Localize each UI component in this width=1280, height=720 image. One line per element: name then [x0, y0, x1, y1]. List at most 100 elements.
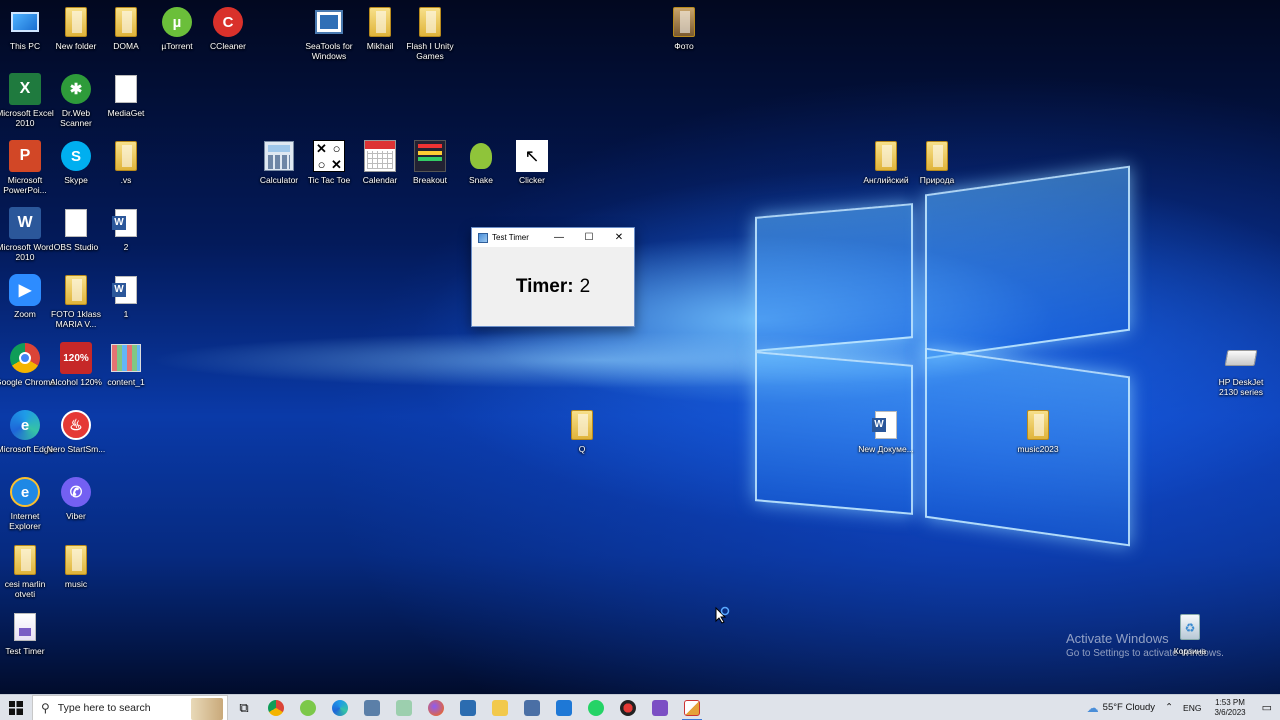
desktop-icon-q-folder[interactable]: Q — [555, 409, 609, 454]
notification-icon: ▭ — [1261, 702, 1272, 714]
weather-text: 55°F Cloudy — [1102, 702, 1156, 713]
desktop-icon-angliyskiy[interactable]: Английский — [859, 140, 913, 185]
taskbar-visual-studio[interactable] — [644, 695, 676, 720]
edge-icon — [332, 699, 348, 716]
maximize-button[interactable]: ☐ — [574, 228, 604, 247]
taskbar-task-view[interactable]: ⧉ — [228, 695, 260, 720]
notepad-icon — [396, 699, 412, 716]
taskbar-whatsapp[interactable] — [580, 695, 612, 720]
taskbar-search-box[interactable]: ⚲ Type here to search — [32, 694, 228, 720]
folder-icon — [60, 544, 92, 576]
taskbar-chrome[interactable] — [260, 695, 292, 720]
desktop-icon-doc-2[interactable]: 2 — [99, 207, 153, 252]
desktop: This PC New folder DOMA µ µTorrent C CCl… — [0, 0, 1280, 694]
desktop-icon-obs-studio[interactable]: OBS Studio — [49, 207, 103, 252]
language-indicator[interactable]: ENG — [1178, 703, 1206, 713]
window-client-area: Timer: 2 — [472, 247, 634, 326]
desktop-icon-test-timer[interactable]: Test Timer — [0, 611, 52, 656]
windows-logo-pane — [755, 203, 913, 352]
taskbar-calculator[interactable] — [356, 695, 388, 720]
taskbar-notepad[interactable] — [388, 695, 420, 720]
desktop-icon-foto[interactable]: Фото — [657, 6, 711, 51]
system-tray: ☁ 55°F Cloudy ⌃ ENG 1:53 PM 3/6/2023 ▭ — [1082, 695, 1280, 720]
taskbar-store[interactable] — [452, 695, 484, 720]
desktop-icon-skype[interactable]: S Skype — [49, 140, 103, 185]
desktop-icon-word[interactable]: W Microsoft Word 2010 — [0, 207, 54, 262]
folder-icon — [364, 6, 396, 38]
taskbar-test-timer[interactable] — [676, 695, 708, 720]
desktop-icon-edge[interactable]: e Microsoft Edge — [0, 409, 53, 454]
powerpoint-icon: P — [9, 140, 41, 172]
desktop-icon-vs-folder[interactable]: .vs — [99, 140, 153, 185]
desktop-icon-tic-tac-toe[interactable]: ✕ ○ ○ ✕ Tic Tac Toe — [302, 140, 356, 185]
taskbar-file-explorer[interactable] — [484, 695, 516, 720]
desktop-icon-this-pc[interactable]: This PC — [0, 6, 52, 51]
desktop-icon-powerpoint[interactable]: P Microsoft PowerPoi... — [0, 140, 52, 195]
desktop-icon-utorrent[interactable]: µ µTorrent — [150, 6, 204, 51]
taskbar-mail[interactable] — [548, 695, 580, 720]
desktop-icon-content-1[interactable]: content_1 — [99, 342, 153, 387]
desktop-icon-doc-1[interactable]: 1 — [99, 274, 153, 319]
watermark-subtitle: Go to Settings to activate Windows. — [1066, 648, 1224, 659]
document-icon — [60, 207, 92, 239]
file-explorer-icon — [492, 699, 508, 716]
taskbar-edge[interactable] — [324, 695, 356, 720]
taskbar-network[interactable] — [516, 695, 548, 720]
desktop-icon-foto-1klass[interactable]: FOTO 1klass MARIA V... — [49, 274, 103, 329]
desktop-icon-new-folder[interactable]: New folder — [49, 6, 103, 51]
desktop-icon-excel[interactable]: X Microsoft Excel 2010 — [0, 73, 54, 128]
windows-start-icon — [9, 700, 23, 715]
timer-label: Timer: — [515, 275, 574, 297]
close-button[interactable]: ✕ — [604, 228, 634, 247]
snake-icon — [465, 140, 497, 172]
desktop-icon-seatools[interactable]: SeaTools for Windows — [302, 6, 356, 61]
folder-icon — [110, 140, 142, 172]
minimize-button[interactable]: — — [544, 228, 574, 247]
desktop-icon-alcohol[interactable]: 120% Alcohol 120% — [49, 342, 103, 387]
folder-icon — [110, 6, 142, 38]
ie-icon: e — [9, 476, 41, 508]
desktop-icon-calculator[interactable]: Calculator — [252, 140, 306, 185]
edge-legacy-icon — [300, 699, 316, 716]
desktop-icon-music2023[interactable]: music2023 — [1011, 409, 1065, 454]
desktop-icon-mikhail[interactable]: Mikhail — [353, 6, 407, 51]
word-document-icon — [870, 409, 902, 441]
clock[interactable]: 1:53 PM 3/6/2023 — [1206, 698, 1253, 718]
taskbar-recorder[interactable] — [612, 695, 644, 720]
test-timer-window[interactable]: Test Timer — ☐ ✕ Timer: 2 — [471, 227, 635, 327]
mail-icon — [556, 699, 572, 716]
desktop-icon-chrome[interactable]: Google Chrome — [0, 342, 55, 387]
firefox-icon — [428, 699, 444, 716]
folder-icon — [60, 6, 92, 38]
desktop-icon-hp-deskjet[interactable]: HP DeskJet 2130 series — [1214, 342, 1268, 397]
desktop-icon-clicker[interactable]: ↖ Clicker — [505, 140, 559, 185]
desktop-icon-music[interactable]: music — [49, 544, 103, 589]
desktop-icon-snake[interactable]: Snake — [454, 140, 508, 185]
desktop-icon-drweb[interactable]: ✱ Dr.Web Scanner — [49, 73, 103, 128]
chevron-up-icon: ⌃ — [1165, 702, 1174, 713]
desktop-icon-cesi-marlin[interactable]: cesi marlin otveti — [0, 544, 52, 599]
desktop-icon-new-document[interactable]: New Докуме... — [858, 409, 914, 454]
weather-widget[interactable]: ☁ 55°F Cloudy — [1082, 701, 1160, 715]
desktop-icon-zoom[interactable]: ▶ Zoom — [0, 274, 52, 319]
notifications-button[interactable]: ▭ — [1254, 701, 1280, 714]
search-highlight-icon — [191, 697, 223, 720]
desktop-icon-viber[interactable]: ✆ Viber — [49, 476, 103, 521]
utorrent-icon: µ — [161, 6, 193, 38]
window-titlebar[interactable]: Test Timer — ☐ ✕ — [472, 228, 634, 247]
taskbar-edge-legacy[interactable] — [292, 695, 324, 720]
start-button[interactable] — [0, 695, 32, 720]
timer-value: 2 — [579, 275, 591, 297]
taskbar-firefox[interactable] — [420, 695, 452, 720]
desktop-icon-doma[interactable]: DOMA — [99, 6, 153, 51]
desktop-icon-flash-unity-games[interactable]: Flash I Unity Games — [403, 6, 457, 61]
desktop-icon-priroda[interactable]: Природа — [910, 140, 964, 185]
desktop-icon-internet-explorer[interactable]: e Internet Explorer — [0, 476, 52, 531]
show-hidden-icons-button[interactable]: ⌃ — [1160, 702, 1178, 713]
desktop-icon-ccleaner[interactable]: C CCleaner — [201, 6, 255, 51]
mouse-cursor-icon — [714, 606, 730, 624]
desktop-icon-calendar[interactable]: Calendar — [353, 140, 407, 185]
desktop-icon-breakout[interactable]: Breakout — [403, 140, 457, 185]
desktop-icon-nero[interactable]: ♨ Nero StartSm... — [47, 409, 105, 454]
desktop-icon-mediaget[interactable]: MediaGet — [99, 73, 153, 118]
